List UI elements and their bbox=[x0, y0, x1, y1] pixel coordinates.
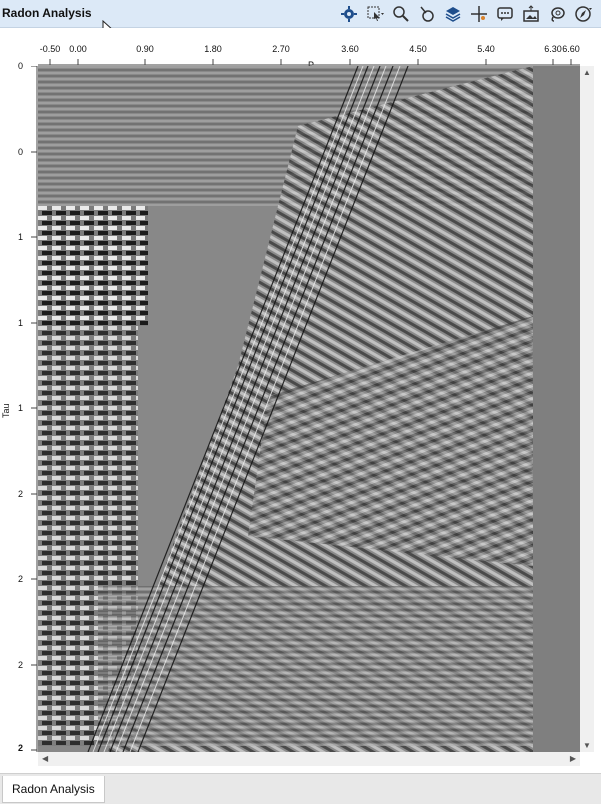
y-tick-label: 2 bbox=[17, 660, 23, 670]
tab-radon-analysis[interactable]: Radon Analysis bbox=[2, 776, 105, 803]
zoom-icon[interactable] bbox=[389, 4, 413, 24]
gear-icon[interactable] bbox=[337, 4, 361, 24]
x-tick-label: 4.50 bbox=[409, 44, 427, 54]
scroll-right-icon[interactable]: ▶ bbox=[570, 754, 576, 763]
x-tick-label: -0.50 bbox=[39, 44, 61, 54]
x-tick-label: 5.40 bbox=[477, 44, 495, 54]
x-tick-label: 3.60 bbox=[341, 44, 359, 54]
y-axis-ticks bbox=[31, 66, 38, 752]
title-bar: Radon Analysis bbox=[0, 0, 601, 28]
x-tick-label: 2.70 bbox=[272, 44, 290, 54]
x-tick-label: 0.90 bbox=[136, 44, 154, 54]
window-title: Radon Analysis bbox=[2, 6, 92, 20]
x-tick-label: 0.00 bbox=[69, 44, 87, 54]
y-tick-label: 2 bbox=[17, 489, 23, 499]
vertical-scrollbar[interactable]: ▲ ▼ bbox=[580, 66, 594, 752]
x-tick-label: 6.30 bbox=[544, 44, 562, 54]
y-tick-label: 0 bbox=[17, 147, 23, 157]
y-tick-label: 1 bbox=[17, 232, 23, 242]
select-region-icon[interactable] bbox=[363, 4, 387, 24]
x-axis-ticks bbox=[38, 59, 580, 66]
x-tick-label: 6.60 bbox=[562, 44, 580, 54]
tab-strip: Radon Analysis bbox=[0, 773, 601, 804]
y-tick-label: 2 bbox=[17, 574, 23, 584]
horizontal-scrollbar[interactable]: ◀ ▶ bbox=[38, 752, 580, 766]
compass-icon[interactable] bbox=[571, 4, 595, 24]
scroll-up-icon[interactable]: ▲ bbox=[583, 68, 591, 77]
scroll-down-icon[interactable]: ▼ bbox=[583, 741, 591, 750]
y-tick-label: 0 bbox=[17, 61, 23, 71]
export-image-icon[interactable] bbox=[519, 4, 543, 24]
probe-icon[interactable] bbox=[415, 4, 439, 24]
y-tick-label: 1 bbox=[17, 318, 23, 328]
y-tick-label: 2 bbox=[17, 743, 23, 753]
crosshair-icon[interactable] bbox=[467, 4, 491, 24]
scroll-left-icon[interactable]: ◀ bbox=[42, 754, 48, 763]
layers-icon[interactable] bbox=[441, 4, 465, 24]
comment-icon[interactable] bbox=[493, 4, 517, 24]
lasso-icon[interactable] bbox=[545, 4, 569, 24]
y-tick-label: 1 bbox=[17, 403, 23, 413]
x-tick-label: 1.80 bbox=[204, 44, 222, 54]
toolbar bbox=[337, 4, 595, 24]
radon-seismic-image[interactable] bbox=[38, 66, 580, 752]
